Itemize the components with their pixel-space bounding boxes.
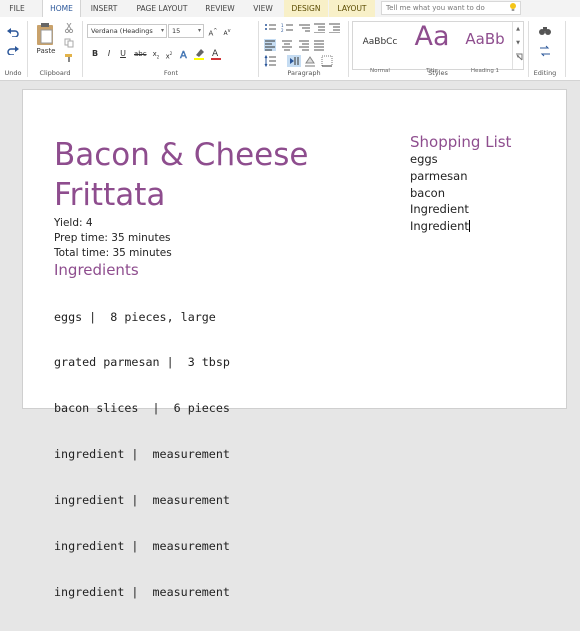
ingredient-line: bacon slices | 6 pieces bbox=[54, 401, 230, 416]
text-cursor bbox=[468, 220, 470, 233]
shopping-list-heading: Shopping List bbox=[410, 133, 512, 151]
clipboard-group-label: Clipboard bbox=[39, 69, 71, 77]
subscript-icon[interactable]: x2 bbox=[150, 48, 162, 60]
tab-insert[interactable]: INSERT bbox=[82, 0, 126, 17]
styles-group-label: Styles bbox=[428, 69, 448, 77]
replace-icon[interactable] bbox=[538, 45, 552, 57]
shrink-font-icon[interactable]: Av bbox=[221, 25, 233, 37]
styles-scroll[interactable]: ▲ ▼ ▾ bbox=[512, 22, 523, 69]
borders-icon[interactable] bbox=[321, 55, 333, 67]
numbering-icon[interactable]: 12 bbox=[281, 23, 293, 33]
svg-text:A: A bbox=[180, 50, 187, 60]
ingredient-line: eggs | 8 pieces, large bbox=[54, 309, 216, 324]
style-sample: AaBb bbox=[465, 30, 505, 48]
find-icon[interactable] bbox=[538, 25, 552, 38]
superscript-icon[interactable]: x2 bbox=[163, 48, 175, 60]
tell-me-search-input[interactable]: Tell me what you want to do bbox=[381, 1, 521, 15]
shopping-item: parmesan bbox=[410, 168, 468, 183]
ribbon-separator bbox=[565, 21, 566, 77]
style-sample: Aa bbox=[414, 21, 450, 52]
tab-layout[interactable]: LAYOUT bbox=[329, 0, 375, 17]
ribbon-separator bbox=[348, 21, 349, 77]
ingredient-line: ingredient | measurement bbox=[54, 493, 230, 508]
font-color-icon[interactable]: A bbox=[210, 47, 224, 60]
tab-file[interactable]: FILE bbox=[0, 0, 34, 17]
chevron-down-icon: ▾ bbox=[197, 27, 201, 34]
tab-design[interactable]: DESIGN bbox=[284, 0, 328, 17]
chevron-down-icon: ▾ bbox=[160, 27, 164, 34]
align-left-icon[interactable] bbox=[264, 39, 276, 51]
document-page[interactable]: Bacon & Cheese Frittata Yield: 4 Prep ti… bbox=[22, 89, 567, 599]
ingredient-line: ingredient | measurement bbox=[54, 447, 230, 462]
ingredient-line: ingredient | measurement bbox=[54, 584, 230, 599]
font-size-combo[interactable]: 15 ▾ bbox=[168, 24, 204, 38]
undo-group-label: Undo bbox=[4, 69, 22, 77]
cut-icon[interactable] bbox=[64, 23, 74, 33]
total-time-text: Total time: 35 minutes bbox=[54, 247, 172, 259]
line-spacing-icon[interactable] bbox=[264, 55, 276, 67]
shopping-item: bacon bbox=[410, 185, 445, 200]
ribbon: Undo Paste Clipboard Verdana (Headings ▾ … bbox=[0, 17, 580, 81]
lightbulb-icon bbox=[510, 3, 516, 11]
tab-view[interactable]: VIEW bbox=[245, 0, 281, 17]
ribbon-separator bbox=[82, 21, 83, 77]
font-size-value: 15 bbox=[172, 27, 181, 35]
svg-text:A: A bbox=[212, 49, 219, 59]
multilevel-list-icon[interactable] bbox=[298, 23, 310, 33]
ribbon-separator bbox=[27, 21, 28, 77]
chevron-down-icon: ▼ bbox=[516, 40, 520, 46]
shading-icon[interactable] bbox=[304, 55, 316, 67]
strikethrough-icon[interactable]: abc bbox=[134, 48, 147, 60]
recipe-title: Bacon & Cheese Frittata bbox=[54, 137, 309, 213]
ribbon-tab-bar: FILE HOME INSERT PAGE LAYOUT REVIEW VIEW… bbox=[0, 0, 580, 18]
svg-text:2: 2 bbox=[281, 28, 284, 33]
ingredients-heading: Ingredients bbox=[54, 261, 139, 279]
shopping-item: Ingredient bbox=[410, 219, 469, 234]
prep-time-text: Prep time: 35 minutes bbox=[54, 232, 171, 244]
bullets-icon[interactable] bbox=[264, 23, 276, 33]
tab-review[interactable]: REVIEW bbox=[198, 0, 242, 17]
chevron-up-icon: ▲ bbox=[516, 26, 520, 32]
grow-font-icon[interactable]: A^ bbox=[207, 25, 219, 37]
copy-icon[interactable] bbox=[64, 38, 74, 48]
tab-page-layout[interactable]: PAGE LAYOUT bbox=[129, 0, 195, 17]
styles-dialog-launcher-icon[interactable] bbox=[515, 53, 523, 61]
increase-indent-icon[interactable] bbox=[328, 23, 340, 33]
shopping-item: eggs bbox=[410, 152, 438, 166]
styles-gallery: AaBbCc Normal Aa Title AaBb Heading 1 ▲ … bbox=[352, 21, 524, 74]
align-center-icon[interactable] bbox=[281, 39, 293, 51]
yield-text: Yield: 4 bbox=[54, 217, 93, 229]
paste-icon[interactable] bbox=[35, 22, 55, 46]
ingredient-line: ingredient | measurement bbox=[54, 539, 230, 554]
text-direction-icon[interactable] bbox=[287, 55, 301, 67]
underline-icon[interactable]: U bbox=[117, 48, 129, 60]
highlight-color-icon[interactable] bbox=[193, 47, 207, 60]
font-group-label: Font bbox=[163, 69, 179, 77]
tab-home[interactable]: HOME bbox=[42, 0, 81, 18]
style-sample: AaBbCc bbox=[362, 37, 398, 47]
font-family-combo[interactable]: Verdana (Headings ▾ bbox=[87, 24, 167, 38]
paragraph-group-label: Paragraph bbox=[287, 69, 321, 77]
redo-icon[interactable] bbox=[7, 45, 19, 55]
justify-icon[interactable] bbox=[313, 39, 325, 51]
editing-group-label: Editing bbox=[533, 69, 557, 77]
text-effects-icon[interactable]: A bbox=[178, 48, 190, 60]
undo-icon[interactable] bbox=[7, 27, 19, 37]
decrease-indent-icon[interactable] bbox=[313, 23, 325, 33]
ingredients-list: eggs | 8 pieces, large grated parmesan |… bbox=[54, 279, 230, 631]
format-painter-icon[interactable] bbox=[64, 53, 74, 63]
italic-icon[interactable]: I bbox=[103, 48, 115, 60]
shopping-list: eggs parmesan bacon Ingredient Ingredien… bbox=[410, 151, 470, 235]
paste-button-label[interactable]: Paste bbox=[32, 47, 60, 55]
align-right-icon[interactable] bbox=[298, 39, 310, 51]
shopping-item-with-cursor: Ingredient bbox=[410, 218, 470, 235]
ingredient-line: grated parmesan | 3 tbsp bbox=[54, 355, 230, 370]
bold-icon[interactable]: B bbox=[89, 48, 101, 60]
document-area: Bacon & Cheese Frittata Yield: 4 Prep ti… bbox=[0, 81, 580, 599]
shopping-item: Ingredient bbox=[410, 202, 469, 217]
font-family-value: Verdana (Headings bbox=[91, 27, 153, 35]
